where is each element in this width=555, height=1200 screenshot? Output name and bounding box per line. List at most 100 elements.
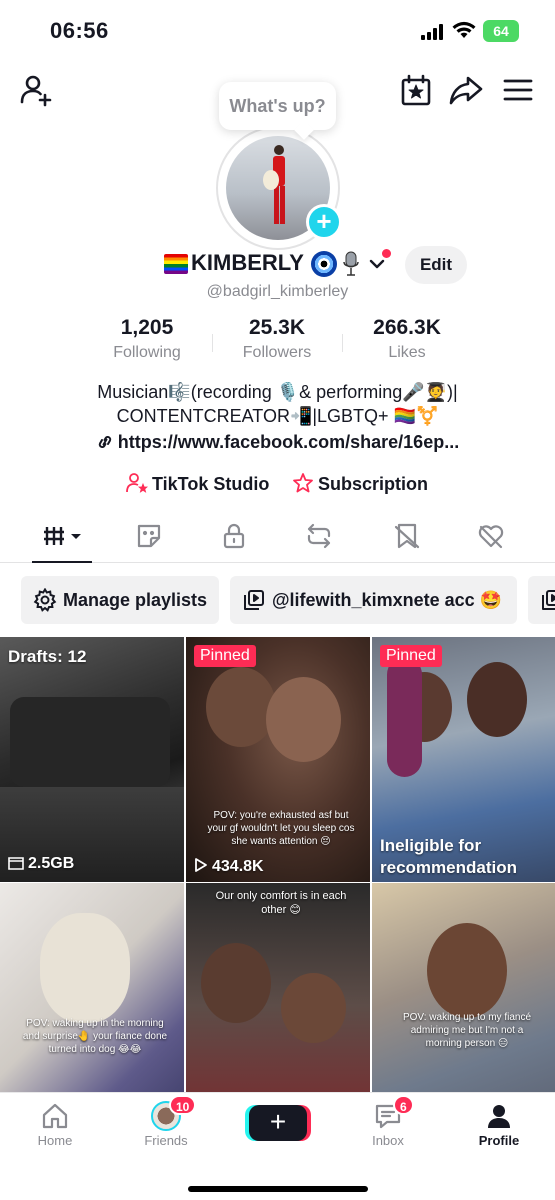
bio-line-1: Musician🎼(recording 🎙️& performing🎤🧑‍🎓)| [97, 382, 458, 402]
person-star-icon [126, 473, 149, 493]
wifi-icon [452, 21, 476, 38]
ineligible-label: Ineligible for recommendation [380, 836, 517, 877]
view-count: 434.8K [194, 857, 264, 876]
play-icon [195, 858, 207, 872]
tab-videos[interactable] [42, 521, 86, 555]
tab-favorites[interactable] [392, 521, 426, 555]
status-bar: 06:56 64 [0, 0, 555, 60]
drafts-size: 2.5GB [8, 855, 74, 873]
star-ribbon-icon [293, 473, 313, 493]
tiktok-studio-button[interactable]: TikTok Studio [126, 472, 269, 496]
playlist-icon [542, 590, 555, 610]
stat-label: Likes [388, 344, 426, 361]
manage-playlists-label: Manage playlists [63, 590, 208, 610]
rainbow-flag-icon [164, 254, 188, 274]
nav-inbox[interactable]: Inbox 6 [343, 1095, 433, 1148]
profile-icon [488, 1105, 510, 1128]
active-tab-indicator [32, 561, 92, 563]
profile-name: KIMBERLY [191, 250, 304, 275]
nav-profile-label: Profile [478, 1133, 520, 1148]
add-friend-icon[interactable] [18, 72, 54, 108]
share-icon[interactable] [448, 72, 484, 108]
friends-badge: 10 [169, 1095, 197, 1115]
notification-dot [382, 249, 391, 258]
add-story-button[interactable]: + [306, 204, 342, 240]
gear-icon [33, 587, 57, 612]
video-caption: POV: waking up to my fiancé admiring me … [402, 1012, 532, 1049]
home-icon [42, 1103, 68, 1129]
video-caption: POV: waking up in the morning and surpri… [22, 1018, 168, 1055]
stat-value: 1,205 [120, 316, 174, 339]
nav-friends[interactable]: Friends 10 [121, 1095, 211, 1148]
profile-handle: @badgirl_kimberley [206, 283, 349, 300]
dog-filter-shape [40, 913, 130, 1023]
car-seat-shape [10, 697, 170, 787]
subscription-label: Subscription [318, 474, 429, 494]
stat-followers[interactable]: 25.3K Followers [212, 316, 342, 362]
heart-hidden-icon [478, 525, 504, 549]
grid-icon [44, 527, 81, 545]
drafts-count: Drafts: 12 [8, 647, 87, 666]
video-thumbnail-drafts[interactable]: Drafts: 12 2.5GB [0, 637, 184, 882]
braids-shape [387, 657, 422, 777]
chevron-down-icon[interactable] [368, 256, 386, 272]
view-count-text: 434.8K [212, 858, 264, 875]
tab-private[interactable] [219, 521, 253, 555]
profile-bio: Musician🎼(recording 🎙️& performing🎤🧑‍🎓)|… [0, 380, 555, 428]
face-shape [281, 973, 346, 1043]
manage-playlists-button[interactable]: Manage playlists [21, 576, 219, 624]
menu-icon[interactable] [500, 72, 536, 108]
bio-line-2: CONTENTCREATOR📲|LGBTQ+ 🏳️‍🌈⚧️ [116, 406, 439, 426]
tab-reposts[interactable] [304, 521, 338, 555]
video-thumbnail-pinned-2[interactable]: Pinned Ineligible for recommendation [372, 637, 555, 882]
playlist-icon [244, 590, 264, 610]
sticker-icon [137, 524, 161, 548]
video-thumbnail-pinned-1[interactable]: Pinned POV: you're exhausted asf but you… [186, 637, 370, 882]
face-shape [427, 923, 507, 1018]
whats-up-bubble[interactable]: What's up? [219, 82, 336, 130]
stat-likes[interactable]: 266.3K Likes [342, 316, 472, 362]
battery-indicator: 64 [483, 20, 519, 42]
microphone-icon [343, 251, 359, 276]
signal-icon [421, 24, 443, 40]
bookmark-hidden-icon [394, 523, 420, 549]
video-caption: POV: you're exhausted asf but your gf wo… [207, 810, 355, 847]
stat-label: Following [113, 344, 181, 361]
person-figure-icon [263, 145, 285, 224]
bottom-nav: Home Friends 10 + Inbox 6 Profile [0, 1092, 555, 1200]
lock-icon [223, 523, 245, 549]
face-shape [206, 667, 276, 747]
face-shape [467, 662, 527, 737]
tab-liked[interactable] [476, 521, 510, 555]
profile-link[interactable]: https://www.facebook.com/share/16ep... [0, 432, 555, 453]
status-time: 06:56 [50, 18, 109, 43]
nav-profile[interactable]: Profile [454, 1101, 544, 1148]
tab-stickers[interactable] [134, 521, 168, 555]
edit-profile-button[interactable]: Edit [405, 246, 467, 284]
home-indicator [188, 1186, 368, 1192]
pinned-badge: Pinned [380, 645, 442, 667]
linked-account-button[interactable]: @lifewith_kimxnete acc 🤩 [230, 576, 517, 624]
repost-icon [307, 523, 331, 549]
nav-friends-label: Friends [144, 1133, 188, 1148]
nav-home[interactable]: Home [10, 1101, 100, 1148]
face-shape [266, 677, 341, 762]
inbox-badge: 6 [393, 1095, 414, 1115]
video-caption: Our only comfort is in each other 😊 [215, 890, 347, 916]
profile-tab-bar [0, 517, 555, 563]
pinned-badge: Pinned [194, 645, 256, 667]
face-shape [201, 943, 271, 1023]
nav-home-label: Home [37, 1133, 73, 1148]
subscription-button[interactable]: Subscription [292, 472, 428, 496]
evil-eye-icon [311, 251, 337, 277]
next-playlist-chip[interactable] [528, 576, 555, 624]
create-button[interactable]: + [249, 1105, 307, 1141]
link-icon [98, 435, 111, 449]
drafts-size-text: 2.5GB [28, 855, 75, 872]
tiktok-studio-label: TikTok Studio [152, 474, 270, 494]
stat-following[interactable]: 1,205 Following [82, 316, 212, 362]
linked-account-label: @lifewith_kimxnete acc 🤩 [272, 590, 503, 610]
folder-icon [8, 857, 24, 870]
profile-link-text[interactable]: https://www.facebook.com/share/16ep... [118, 432, 459, 452]
calendar-star-icon[interactable] [398, 72, 434, 108]
